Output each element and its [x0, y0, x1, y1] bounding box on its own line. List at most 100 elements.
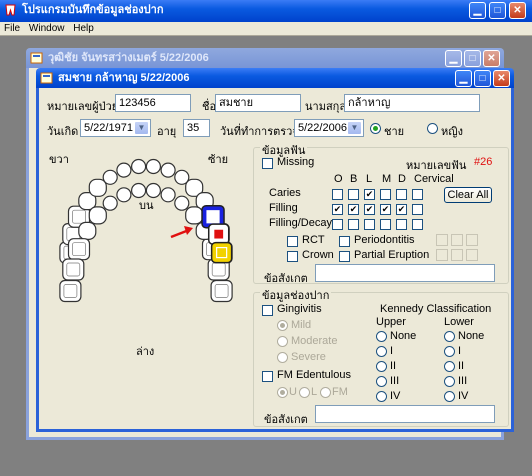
male-radio[interactable] — [370, 123, 381, 134]
tooth-lower-10[interactable] — [102, 195, 118, 211]
menu-file[interactable]: File — [4, 23, 20, 34]
filling-decay-surface-checkbox[interactable] — [412, 219, 423, 230]
surface-toggle[interactable] — [436, 249, 448, 261]
kennedy-lower-radio[interactable] — [444, 361, 455, 372]
kennedy-upper-radio[interactable] — [376, 331, 387, 342]
maximize-button[interactable]: □ — [489, 2, 506, 19]
dental-chart[interactable] — [39, 144, 254, 428]
tooth-lower-13[interactable] — [67, 238, 91, 261]
back-minimize-button[interactable]: ▁ — [445, 50, 462, 67]
menu-bar: File Window Help — [0, 22, 532, 36]
surface-toggle[interactable] — [436, 234, 448, 246]
tooth-lower-0[interactable] — [210, 279, 233, 303]
tooth-lower-9[interactable] — [116, 187, 132, 203]
form-icon — [30, 52, 43, 64]
oral-note-input[interactable] — [315, 405, 495, 423]
filling-decay-surface-checkbox[interactable] — [348, 219, 359, 230]
front-maximize-button[interactable]: □ — [474, 70, 491, 87]
surface-toggle[interactable] — [451, 234, 463, 246]
caries-surface-checkbox[interactable] — [332, 189, 343, 200]
tooth-lower-11[interactable] — [88, 206, 107, 225]
exam-datepicker[interactable]: 5/22/2006 ▼ — [294, 119, 364, 137]
crown-label: Crown — [302, 249, 334, 261]
menu-help[interactable]: Help — [73, 23, 94, 34]
surface-toggle[interactable] — [466, 249, 478, 261]
rct-checkbox[interactable] — [287, 236, 298, 247]
surface-toggle[interactable] — [451, 249, 463, 261]
kennedy-lower-radio[interactable] — [444, 376, 455, 387]
caries-surface-checkbox[interactable] — [412, 189, 423, 200]
tooth-upper-8[interactable] — [145, 158, 162, 175]
tooth-lower-14[interactable] — [62, 258, 85, 281]
tooth-lower-4[interactable] — [185, 206, 204, 225]
hn-input[interactable]: 123456 — [115, 94, 191, 112]
kennedy-lower-radio[interactable] — [444, 346, 455, 357]
tooth-lower-7[interactable] — [145, 182, 162, 199]
filling-decay-surface-checkbox[interactable] — [396, 219, 407, 230]
periodontitis-checkbox[interactable] — [339, 236, 350, 247]
crown-checkbox[interactable] — [287, 251, 298, 262]
filling-decay-surface-checkbox[interactable] — [332, 219, 343, 230]
name-input[interactable]: สมชาย — [215, 94, 301, 112]
filling-surface-checkbox[interactable]: ✔ — [396, 204, 407, 215]
app-title: โปรแกรมบันทึกข้อมูลช่องปาก — [22, 4, 164, 16]
chevron-down-icon[interactable]: ▼ — [134, 121, 149, 135]
tooth-upper-6[interactable] — [116, 162, 132, 178]
caries-surface-checkbox[interactable] — [396, 189, 407, 200]
front-close-button[interactable]: ✕ — [493, 70, 510, 87]
tooth-lower-12[interactable] — [78, 221, 97, 241]
fm-edentulous-checkbox[interactable] — [262, 371, 273, 382]
caries-surface-checkbox[interactable]: ✔ — [364, 189, 375, 200]
clear-all-button[interactable]: Clear All — [444, 187, 492, 203]
kennedy-upper-radio[interactable] — [376, 361, 387, 372]
filling-surface-checkbox[interactable]: ✔ — [348, 204, 359, 215]
tooth-lower-6[interactable] — [160, 187, 176, 203]
filling-surface-checkbox[interactable]: ✔ — [380, 204, 391, 215]
tooth-upper-7[interactable] — [130, 158, 147, 175]
minimize-button[interactable]: ▁ — [469, 2, 486, 19]
u-radio[interactable] — [277, 387, 288, 398]
tooth-note-input[interactable] — [315, 264, 495, 282]
kennedy-upper-radio[interactable] — [376, 346, 387, 357]
front-minimize-button[interactable]: ▁ — [455, 70, 472, 87]
l-radio[interactable] — [299, 387, 310, 398]
moderate-radio[interactable] — [277, 336, 288, 347]
severe-radio[interactable] — [277, 352, 288, 363]
menu-window[interactable]: Window — [29, 23, 65, 34]
kennedy-lower-radio[interactable] — [444, 331, 455, 342]
filling-decay-surface-checkbox[interactable] — [364, 219, 375, 230]
caries-surface-checkbox[interactable] — [348, 189, 359, 200]
front-window-title-bar[interactable]: สมชาย กล้าหาญ 5/22/2006 ▁ □ ✕ — [36, 68, 514, 88]
tooth-upper-5[interactable] — [102, 169, 118, 185]
gingivitis-checkbox[interactable] — [262, 305, 273, 316]
filling-surface-checkbox[interactable] — [412, 204, 423, 215]
tooth-lower-15[interactable] — [59, 279, 82, 303]
caries-surface-checkbox[interactable] — [380, 189, 391, 200]
female-radio[interactable] — [427, 123, 438, 134]
kennedy-label: Kennedy Classification — [380, 303, 492, 315]
surface-toggle[interactable] — [466, 234, 478, 246]
dob-datepicker[interactable]: 5/22/1971 ▼ — [80, 119, 151, 137]
filling-surface-checkbox[interactable]: ✔ — [332, 204, 343, 215]
l-label: L — [311, 386, 318, 398]
surname-input[interactable]: กล้าหาญ — [344, 94, 480, 112]
tooth-lower-5[interactable] — [174, 195, 190, 211]
back-maximize-button[interactable]: □ — [464, 50, 481, 67]
close-button[interactable]: ✕ — [509, 2, 526, 19]
tooth-upper-4[interactable] — [88, 178, 107, 197]
filling-decay-surface-checkbox[interactable] — [380, 219, 391, 230]
partial-eruption-checkbox[interactable] — [339, 251, 350, 262]
chevron-down-icon[interactable]: ▼ — [347, 121, 362, 135]
kennedy-upper-radio[interactable] — [376, 391, 387, 402]
tooth-lower-8[interactable] — [130, 182, 147, 199]
tooth-upper-9[interactable] — [160, 162, 176, 178]
mild-radio[interactable] — [277, 320, 288, 331]
back-close-button[interactable]: ✕ — [483, 50, 500, 67]
back-window-title-bar[interactable]: วุฒิชัย จันทรสว่างเมตร์ 5/22/2006 ▁ □ ✕ — [26, 48, 504, 68]
missing-checkbox[interactable] — [262, 158, 273, 169]
filling-surface-checkbox[interactable]: ✔ — [364, 204, 375, 215]
kennedy-upper-radio[interactable] — [376, 376, 387, 387]
age-input[interactable]: 35 — [183, 119, 210, 137]
kennedy-lower-radio[interactable] — [444, 391, 455, 402]
fm-radio[interactable] — [320, 387, 331, 398]
